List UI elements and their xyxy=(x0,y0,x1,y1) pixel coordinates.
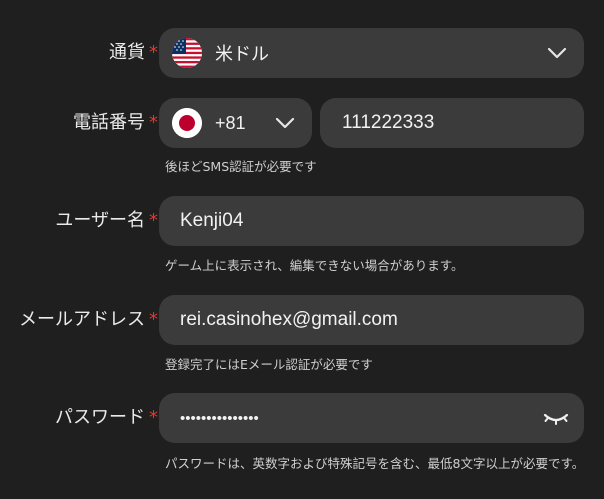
password-label: パスワード * xyxy=(55,407,158,428)
email-hint: 登録完了にはEメール認証が必要です xyxy=(165,357,373,372)
chevron-down-icon[interactable] xyxy=(274,113,296,133)
japan-flag-icon xyxy=(172,108,202,138)
country-code-select[interactable]: +81 xyxy=(159,98,312,148)
email-label: メールアドレス * xyxy=(19,309,158,330)
phone-number-input[interactable]: 111222333 xyxy=(320,98,584,148)
required-mark: * xyxy=(149,112,158,133)
phone-label: 電話番号 * xyxy=(73,112,158,133)
required-mark: * xyxy=(149,210,158,231)
password-input[interactable]: ••••••••••••••• xyxy=(159,393,584,443)
us-flag-icon xyxy=(172,38,202,68)
email-input[interactable]: rei.casinohex@gmail.com xyxy=(159,295,584,345)
username-input[interactable]: Kenji04 xyxy=(159,196,584,246)
password-hint: パスワードは、英数字および特殊記号を含む、最低8文字以上が必要です。 xyxy=(165,456,585,471)
required-mark: * xyxy=(149,309,158,330)
currency-label: 通貨 * xyxy=(109,42,158,63)
username-value: Kenji04 xyxy=(180,210,244,231)
chevron-down-icon[interactable] xyxy=(546,43,568,63)
username-hint: ゲーム上に表示され、編集できない場合があります。 xyxy=(165,258,464,273)
password-value: ••••••••••••••• xyxy=(180,409,259,427)
required-mark: * xyxy=(149,42,158,63)
phone-hint: 後ほどSMS認証が必要です xyxy=(165,159,317,174)
username-label: ユーザー名 * xyxy=(55,210,158,231)
country-code-value: +81 xyxy=(215,112,246,133)
required-mark: * xyxy=(149,407,158,428)
currency-select[interactable]: 米ドル xyxy=(159,28,584,78)
eye-closed-icon[interactable] xyxy=(542,407,570,429)
email-value: rei.casinohex@gmail.com xyxy=(180,309,398,330)
currency-value: 米ドル xyxy=(215,44,269,65)
phone-number-value: 111222333 xyxy=(342,112,435,133)
